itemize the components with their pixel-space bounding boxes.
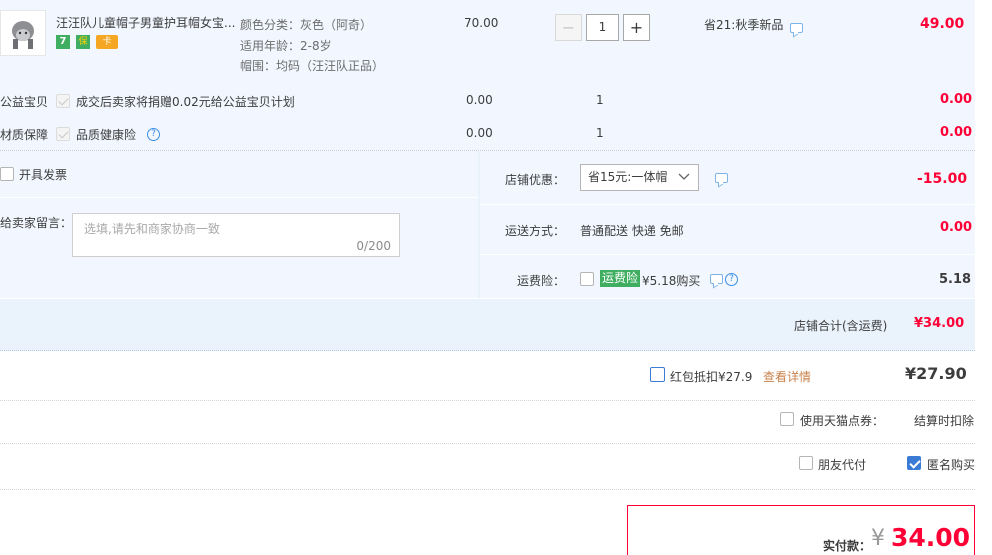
material-checkbox	[56, 127, 70, 141]
divider	[0, 400, 975, 401]
freight-insurance-price: ¥5.18购买	[642, 274, 701, 288]
red-packet-amount: ¥27.90	[905, 364, 967, 383]
material-price: 0.00	[466, 126, 493, 140]
item-subtotal: 49.00	[920, 16, 965, 32]
discount-message-icon[interactable]	[715, 173, 728, 183]
freight-insurance-amount: 5.18	[939, 272, 972, 287]
product-thumbnail[interactable]	[0, 10, 46, 56]
pay-amount: 34.00	[891, 523, 971, 552]
shipping-amount: 0.00	[940, 220, 973, 235]
hat-image-icon	[12, 21, 34, 49]
anonymous-label: 匿名购买	[927, 458, 976, 472]
promo-message-icon[interactable]	[790, 23, 803, 33]
message-counter: 0/200	[356, 239, 391, 253]
badge-guarantee: 保	[76, 35, 90, 49]
tmall-points-value: 结算时扣除	[914, 414, 975, 428]
divider	[0, 197, 478, 198]
pay-currency: ¥	[871, 526, 885, 551]
freight-message-icon[interactable]	[710, 274, 723, 284]
charity-subtotal: 0.00	[940, 92, 973, 107]
charity-price: 0.00	[466, 93, 493, 107]
spec-size: 帽围：均码（汪汪队正品）	[240, 59, 385, 73]
spec-age: 适用年龄：2-8岁	[240, 39, 332, 53]
badge-7day: 7	[56, 35, 70, 49]
red-packet-checkbox[interactable]	[650, 367, 665, 382]
shipping-label: 运送方式：	[505, 224, 566, 238]
badge-card: 卡	[96, 35, 118, 49]
red-packet-details-link[interactable]: 查看详情	[763, 368, 811, 385]
shop-discount-label: 店铺优惠：	[505, 173, 566, 187]
divider	[480, 204, 975, 205]
red-packet-label: 红包抵扣¥27.9	[670, 370, 753, 384]
tmall-points-checkbox[interactable]	[780, 412, 794, 426]
shop-total-label: 店铺合计(含运费)	[794, 319, 888, 333]
shop-total-value: ¥34.00	[914, 316, 965, 331]
help-icon[interactable]: ?	[147, 128, 160, 141]
friend-pay-label: 朋友代付	[818, 458, 867, 472]
charity-desc: 成交后卖家将捐赠0.02元给公益宝贝计划	[76, 95, 295, 109]
charity-checkbox	[56, 94, 70, 108]
shipping-value: 普通配送 快递 免邮	[580, 224, 684, 238]
material-subtotal: 0.00	[940, 125, 973, 140]
unit-price: 70.00	[464, 16, 499, 30]
pay-label: 实付款：	[823, 539, 872, 553]
quantity-minus-button[interactable]: −	[555, 14, 582, 41]
charity-qty: 1	[596, 93, 604, 107]
divider	[0, 443, 975, 444]
payment-summary-box: 实付款： ¥ 34.00	[627, 505, 975, 555]
anonymous-checkbox[interactable]	[907, 456, 921, 470]
quantity-input[interactable]: 1	[586, 14, 619, 41]
chevron-down-icon	[678, 173, 690, 180]
friend-pay-checkbox[interactable]	[799, 456, 813, 470]
invoice-checkbox[interactable]	[0, 167, 14, 181]
shop-discount-value: 省15元:一体帽	[588, 170, 668, 184]
shop-discount-amount: -15.00	[917, 171, 968, 187]
divider	[0, 489, 975, 490]
freight-help-icon[interactable]: ?	[725, 273, 738, 286]
freight-insurance-checkbox[interactable]	[580, 272, 594, 286]
charity-label: 公益宝贝	[0, 95, 49, 109]
spec-color: 颜色分类：灰色（阿奇）	[240, 18, 373, 32]
freight-insurance-label: 运费险：	[517, 274, 566, 288]
material-label: 材质保障	[0, 128, 49, 142]
quantity-plus-button[interactable]: +	[623, 14, 650, 41]
message-textarea[interactable]: 选填,请先和商家协商一致 0/200	[72, 213, 400, 257]
message-label: 给卖家留言：	[0, 216, 73, 230]
promo-text: 省21:秋季新品	[704, 18, 784, 32]
tmall-points-label: 使用天猫点券：	[800, 414, 885, 428]
freight-insurance-tag: 运费险	[600, 270, 641, 287]
shop-discount-select[interactable]: 省15元:一体帽	[580, 164, 699, 191]
message-placeholder: 选填,请先和商家协商一致	[84, 222, 220, 236]
divider	[0, 298, 975, 299]
divider	[480, 254, 975, 255]
material-qty: 1	[596, 126, 604, 140]
invoice-label: 开具发票	[19, 168, 68, 182]
product-title[interactable]: 汪汪队儿童帽子男童护耳帽女宝...	[56, 14, 236, 31]
material-desc: 品质健康险	[76, 128, 137, 142]
divider	[0, 350, 975, 351]
